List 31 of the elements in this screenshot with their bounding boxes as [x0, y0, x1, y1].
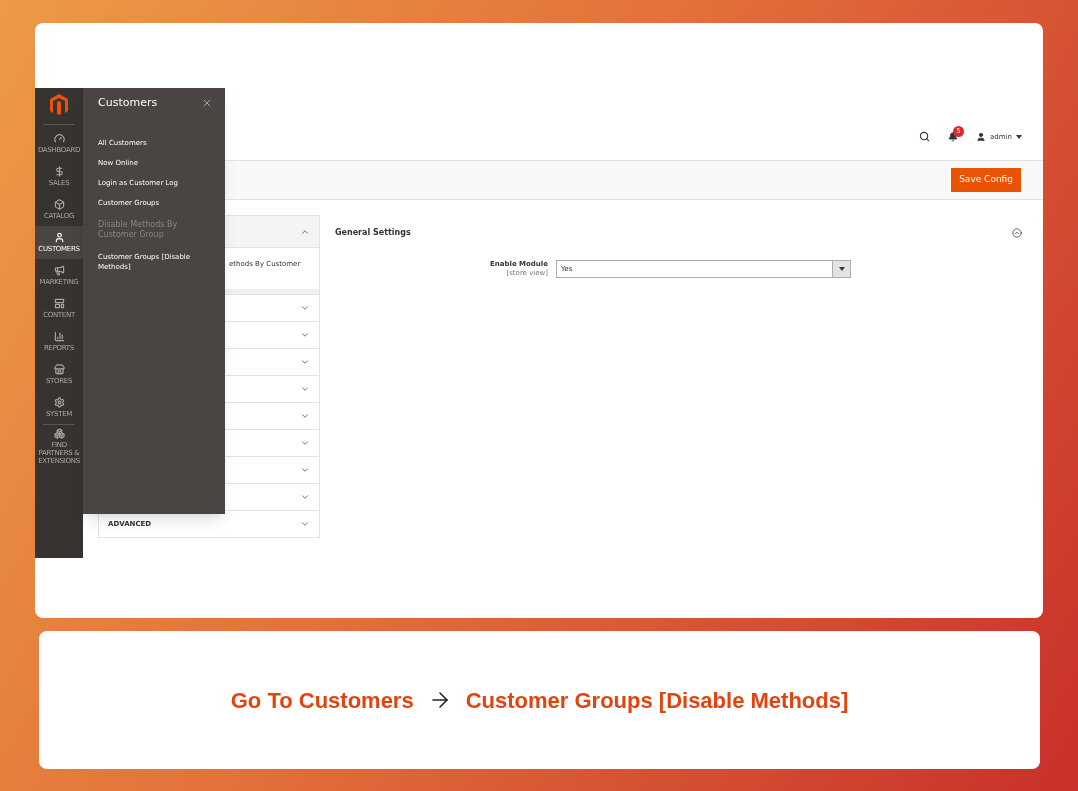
chevron-down-icon: [300, 303, 310, 313]
chevron-down-icon: [300, 357, 310, 367]
dollar-icon: [53, 166, 65, 177]
boxes-icon: [53, 428, 65, 439]
notification-bell-icon[interactable]: [948, 132, 959, 142]
chevron-down-icon: [300, 438, 310, 448]
user-icon: [976, 131, 987, 142]
save-config-button[interactable]: Save Config: [951, 168, 1021, 192]
search-icon[interactable]: [919, 131, 931, 142]
chevron-down-icon: [300, 330, 310, 340]
chevron-down-icon: [300, 492, 310, 502]
store-icon: [53, 364, 65, 375]
bar-chart-icon: [53, 331, 65, 342]
settings-icon: [53, 397, 65, 408]
caret-icon: [1016, 134, 1022, 139]
fieldset-title: General Settings: [335, 226, 411, 239]
caption-step: Go To Customers: [230, 683, 414, 717]
logo-icon: [49, 94, 69, 116]
chevron-down-icon: [300, 519, 310, 529]
chevron-down-icon: [300, 465, 310, 475]
collapse-icon[interactable]: [1012, 227, 1022, 238]
layout-icon: [53, 298, 65, 309]
flyout-title: Customers: [98, 95, 158, 111]
chevron-down-icon: [300, 411, 310, 421]
person-icon: [53, 232, 65, 243]
caret-icon: [838, 267, 845, 271]
chevron-down-icon: [300, 384, 310, 394]
box-icon: [53, 199, 65, 210]
caption-step: Customer Groups [Disable Methods]: [465, 683, 849, 717]
megaphone-icon: [53, 265, 65, 276]
gauge-icon: [53, 133, 65, 144]
